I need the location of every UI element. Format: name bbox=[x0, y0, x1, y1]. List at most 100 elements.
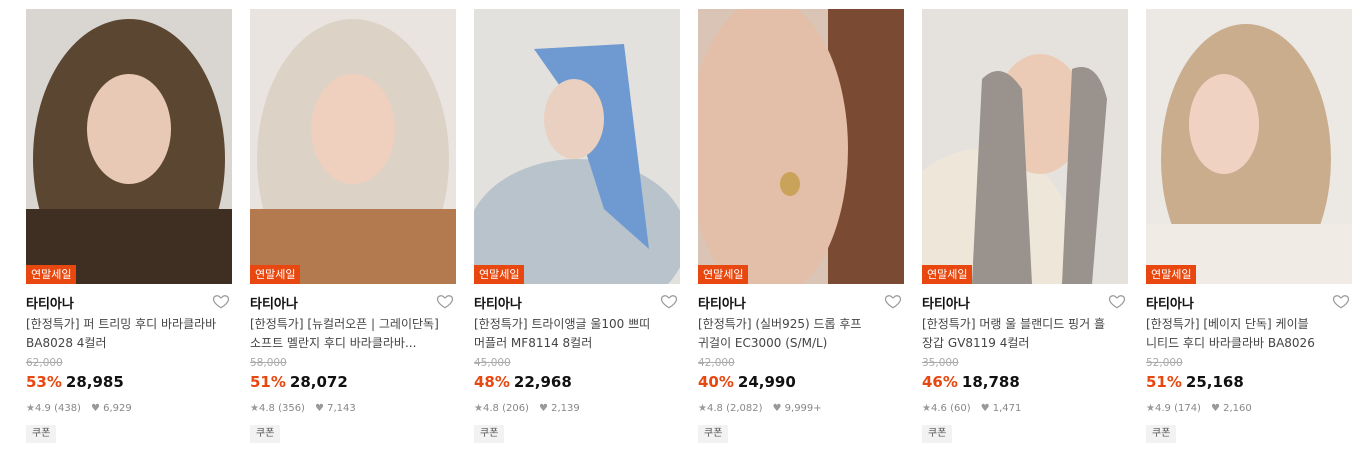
coupon-tag: 쿠폰 bbox=[1146, 425, 1177, 443]
rating: 4.9 bbox=[1154, 403, 1171, 414]
product-image[interactable]: 연말세일 bbox=[26, 9, 232, 284]
sale-price: 18,788 bbox=[961, 373, 1020, 391]
product-image[interactable]: 연말세일 bbox=[250, 9, 456, 284]
like-count: 6,929 bbox=[103, 403, 132, 414]
sale-badge: 연말세일 bbox=[922, 265, 973, 284]
sale-badge: 연말세일 bbox=[698, 265, 749, 284]
like-count: 2,160 bbox=[1223, 403, 1252, 414]
coupon-tag: 쿠폰 bbox=[250, 425, 281, 443]
product-stats: ★4.8 (356) ♥ 7,143 bbox=[250, 402, 456, 416]
product-photo bbox=[922, 9, 1128, 284]
review-count: (356) bbox=[278, 403, 305, 414]
review-count: (206) bbox=[502, 403, 529, 414]
product-stats: ★4.9 (174) ♥ 2,160 bbox=[1146, 402, 1352, 416]
heart-icon[interactable] bbox=[884, 292, 902, 310]
original-price: 52,000 bbox=[1146, 357, 1183, 369]
product-card[interactable]: 연말세일 타티아나 [한정특가] 퍼 트리밍 후디 바라클라바 BA8028 4… bbox=[26, 9, 232, 443]
like-count: 1,471 bbox=[992, 403, 1022, 414]
sale-price: 22,968 bbox=[513, 373, 572, 391]
original-price: 62,000 bbox=[26, 357, 63, 369]
discount-rate: 48% bbox=[474, 373, 510, 391]
product-image[interactable]: 연말세일 bbox=[474, 9, 680, 284]
product-card[interactable]: 연말세일 타티아나 [한정특가] (실버925) 드롭 후프 귀걸이 EC300… bbox=[698, 9, 904, 443]
product-card[interactable]: 연말세일 타티아나 [한정특가] 트라이앵글 울100 쁘띠 머플러 MF811… bbox=[474, 9, 680, 443]
sale-badge: 연말세일 bbox=[26, 265, 77, 284]
star-icon: ★ bbox=[698, 403, 707, 414]
discount-rate: 40% bbox=[698, 373, 734, 391]
heart-icon[interactable] bbox=[1108, 292, 1126, 310]
heart-count-icon: ♥ bbox=[314, 403, 324, 414]
sale-price: 25,168 bbox=[1185, 373, 1244, 391]
rating: 4.8 bbox=[706, 403, 723, 414]
product-photo bbox=[698, 9, 904, 284]
product-title[interactable]: [한정특가] (실버925) 드롭 후프 귀걸이 EC3000 (S/M/L) bbox=[698, 315, 904, 353]
sale-badge: 연말세일 bbox=[1146, 265, 1197, 284]
star-icon: ★ bbox=[922, 403, 931, 414]
product-photo bbox=[474, 9, 680, 284]
product-title[interactable]: [한정특가] 퍼 트리밍 후디 바라클라바 BA8028 4컬러 bbox=[26, 315, 232, 353]
review-count: (174) bbox=[1174, 403, 1201, 414]
star-icon: ★ bbox=[26, 403, 35, 414]
product-image[interactable]: 연말세일 bbox=[698, 9, 904, 284]
heart-icon[interactable] bbox=[212, 292, 230, 310]
product-photo bbox=[250, 9, 456, 284]
discount-rate: 51% bbox=[1146, 373, 1182, 391]
brand-name[interactable]: 타티아나 bbox=[698, 293, 746, 312]
discount-rate: 51% bbox=[250, 373, 286, 391]
heart-icon[interactable] bbox=[660, 292, 678, 310]
product-image[interactable]: 연말세일 bbox=[922, 9, 1128, 284]
review-count: (60) bbox=[950, 403, 971, 414]
coupon-tag: 쿠폰 bbox=[922, 425, 953, 443]
product-stats: ★4.6 (60) ♥ 1,471 bbox=[922, 402, 1128, 416]
heart-count-icon: ♥ bbox=[772, 403, 782, 414]
heart-count-icon: ♥ bbox=[90, 403, 100, 414]
heart-count-icon: ♥ bbox=[980, 403, 990, 414]
original-price: 42,000 bbox=[698, 357, 735, 369]
product-photo bbox=[1146, 9, 1352, 284]
coupon-tag: 쿠폰 bbox=[698, 425, 729, 443]
product-title[interactable]: [한정특가] [뉴컬러오픈 | 그레이단독] 소프트 멜란지 후디 바라클라바.… bbox=[250, 315, 456, 353]
product-stats: ★4.8 (2,082) ♥ 9,999+ bbox=[698, 402, 904, 416]
product-title[interactable]: [한정특가] 머랭 울 블랜디드 핑거 흘 장갑 GV8119 4컬러 bbox=[922, 315, 1128, 353]
product-card[interactable]: 연말세일 타티아나 [한정특가] [뉴컬러오픈 | 그레이단독] 소프트 멜란지… bbox=[250, 9, 456, 443]
sale-badge: 연말세일 bbox=[250, 265, 301, 284]
brand-name[interactable]: 타티아나 bbox=[1146, 293, 1194, 312]
star-icon: ★ bbox=[474, 403, 483, 414]
product-photo bbox=[26, 9, 232, 284]
review-count: (2,082) bbox=[726, 403, 763, 414]
product-card[interactable]: 연말세일 타티아나 [한정특가] 머랭 울 블랜디드 핑거 흘 장갑 GV811… bbox=[922, 9, 1128, 443]
heart-count-icon: ♥ bbox=[538, 403, 548, 414]
discount-rate: 46% bbox=[922, 373, 958, 391]
discount-rate: 53% bbox=[26, 373, 62, 391]
review-count: (438) bbox=[54, 403, 81, 414]
sale-price: 28,985 bbox=[65, 373, 124, 391]
rating: 4.8 bbox=[482, 403, 499, 414]
rating: 4.6 bbox=[930, 403, 947, 414]
sale-price: 24,990 bbox=[737, 373, 796, 391]
original-price: 35,000 bbox=[922, 357, 959, 369]
product-title[interactable]: [한정특가] 트라이앵글 울100 쁘띠 머플러 MF8114 8컬러 bbox=[474, 315, 680, 353]
product-stats: ★4.8 (206) ♥ 2,139 bbox=[474, 402, 680, 416]
brand-name[interactable]: 타티아나 bbox=[250, 293, 298, 312]
coupon-tag: 쿠폰 bbox=[474, 425, 505, 443]
rating: 4.9 bbox=[34, 403, 51, 414]
sale-price: 28,072 bbox=[289, 373, 348, 391]
rating: 4.8 bbox=[258, 403, 275, 414]
product-title[interactable]: [한정특가] [베이지 단독] 케이블 니티드 후디 바라클라바 BA8026 bbox=[1146, 315, 1352, 353]
heart-icon[interactable] bbox=[1332, 292, 1350, 310]
product-stats: ★4.9 (438) ♥ 6,929 bbox=[26, 402, 232, 416]
like-count: 2,139 bbox=[551, 403, 580, 414]
brand-name[interactable]: 타티아나 bbox=[474, 293, 522, 312]
product-image[interactable]: 연말세일 bbox=[1146, 9, 1352, 284]
coupon-tag: 쿠폰 bbox=[26, 425, 57, 443]
sale-badge: 연말세일 bbox=[474, 265, 525, 284]
original-price: 45,000 bbox=[474, 357, 511, 369]
brand-name[interactable]: 타티아나 bbox=[922, 293, 970, 312]
heart-icon[interactable] bbox=[436, 292, 454, 310]
star-icon: ★ bbox=[250, 403, 259, 414]
product-card[interactable]: 연말세일 타티아나 [한정특가] [베이지 단독] 케이블 니티드 후디 바라클… bbox=[1146, 9, 1352, 443]
brand-name[interactable]: 타티아나 bbox=[26, 293, 74, 312]
star-icon: ★ bbox=[1146, 403, 1155, 414]
heart-count-icon: ♥ bbox=[1210, 403, 1220, 414]
product-grid: 연말세일 타티아나 [한정특가] 퍼 트리밍 후디 바라클라바 BA8028 4… bbox=[0, 0, 1363, 476]
